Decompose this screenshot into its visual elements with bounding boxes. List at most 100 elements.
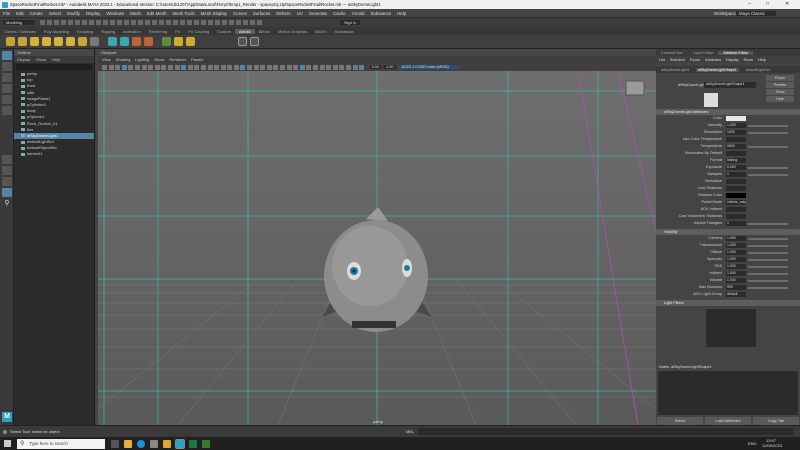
scale-tool-icon[interactable] <box>2 106 12 115</box>
viewport-tool-icon[interactable] <box>299 64 305 70</box>
last-tool-icon[interactable] <box>2 155 12 164</box>
status-tool-icon[interactable] <box>222 20 227 25</box>
right-panel-tab[interactable]: Channel Box <box>656 51 688 55</box>
attribute-field[interactable] <box>726 179 746 184</box>
language-indicator[interactable]: ENG <box>748 441 757 446</box>
menu-item[interactable]: Surfaces <box>253 11 270 16</box>
viewport-tool-icon[interactable] <box>154 64 160 70</box>
viewport-tool-icon[interactable] <box>167 64 173 70</box>
status-tool-icon[interactable] <box>138 20 143 25</box>
viewport-tool-icon[interactable] <box>108 64 114 70</box>
outliner-menu-item[interactable]: Display <box>17 56 30 63</box>
node-button[interactable]: Focus <box>766 75 794 81</box>
render-settings-icon[interactable] <box>238 37 247 46</box>
outliner-menu-item[interactable]: Help <box>52 56 60 63</box>
maya-home-icon[interactable]: M <box>2 412 12 422</box>
status-tool-icon[interactable] <box>89 20 94 25</box>
attribute-field[interactable] <box>726 116 746 121</box>
paint-select-icon[interactable] <box>2 73 12 82</box>
attribute-field[interactable] <box>726 151 746 156</box>
status-tool-icon[interactable] <box>145 20 150 25</box>
sign-in-button[interactable]: Sign In <box>340 20 361 25</box>
menu-item[interactable]: Deform <box>276 11 290 16</box>
viewport-tool-icon[interactable] <box>121 64 127 70</box>
menu-item[interactable]: Create <box>30 11 43 16</box>
shelf-tab[interactable]: Animation <box>119 29 145 34</box>
outliner-search-field[interactable] <box>16 64 92 70</box>
mesh-light-icon[interactable] <box>42 37 51 46</box>
ipr-icon[interactable] <box>250 37 259 46</box>
rotate-tool-icon[interactable] <box>2 95 12 104</box>
bottom-button[interactable]: Copy Tab <box>753 417 799 425</box>
viewport-tool-icon[interactable] <box>339 64 345 70</box>
viewport-tool-icon[interactable] <box>134 64 140 70</box>
viewport-tool-icon[interactable] <box>220 64 226 70</box>
single-view-icon[interactable] <box>2 166 12 175</box>
viewport-tool-icon[interactable] <box>148 64 154 70</box>
skydome-light-icon[interactable] <box>66 37 75 46</box>
attribute-slider[interactable] <box>748 266 788 268</box>
shelf-tab[interactable]: MASH <box>311 29 331 34</box>
menu-item[interactable]: Cache <box>333 11 346 16</box>
edge-icon[interactable] <box>137 439 145 448</box>
command-line-field[interactable] <box>418 428 793 435</box>
attribute-field[interactable]: latlong <box>726 158 746 163</box>
search-icon[interactable]: ⚲ <box>2 199 12 208</box>
viewport-tool-icon[interactable] <box>253 64 259 70</box>
status-tool-icon[interactable] <box>96 20 101 25</box>
attribute-slider[interactable] <box>748 287 788 289</box>
status-tool-icon[interactable] <box>250 20 255 25</box>
status-tool-icon[interactable] <box>201 20 206 25</box>
viewport-menu-item[interactable]: Renderer <box>169 57 186 62</box>
attribute-field[interactable]: default <box>726 292 746 297</box>
shelf-tab[interactable]: FX Caching <box>184 29 213 34</box>
attribute-field[interactable]: 1.000 <box>726 278 746 283</box>
shelf-tab[interactable]: Curves / Surfaces <box>0 29 40 34</box>
maya-taskbar-icon[interactable] <box>175 438 185 449</box>
attribute-slider[interactable] <box>748 273 788 275</box>
exposure-field[interactable]: 1.00 <box>384 65 396 69</box>
attribute-field[interactable]: 1.000 <box>726 123 746 128</box>
light-editor-icon[interactable] <box>186 37 195 46</box>
menu-item[interactable]: Modify <box>67 11 80 16</box>
menu-item[interactable]: Curves <box>233 11 247 16</box>
ae-menu-item[interactable]: Attributes <box>705 58 721 62</box>
rocket-model[interactable] <box>322 207 432 332</box>
mode-dropdown[interactable]: Modeling <box>3 20 35 25</box>
attribute-field[interactable] <box>726 137 746 142</box>
menu-item[interactable]: Help <box>397 11 406 16</box>
status-tool-icon[interactable] <box>82 20 87 25</box>
menu-item[interactable]: Display <box>86 11 100 16</box>
status-tool-icon[interactable] <box>103 20 108 25</box>
viewport-tool-icon[interactable] <box>194 64 200 70</box>
viewport-tool-icon[interactable] <box>207 64 213 70</box>
attribute-field[interactable]: 0.000 <box>726 165 746 170</box>
menu-item[interactable]: Arnold <box>352 11 365 16</box>
viewport-tool-icon[interactable] <box>161 64 167 70</box>
attribute-slider[interactable] <box>748 174 788 176</box>
attribute-slider[interactable] <box>748 132 788 134</box>
status-tool-icon[interactable] <box>124 20 129 25</box>
viewport-tool-icon[interactable] <box>102 64 107 70</box>
volume-icon[interactable] <box>132 37 141 46</box>
status-tool-icon[interactable] <box>117 20 122 25</box>
status-tool-icon[interactable] <box>194 20 199 25</box>
viewport-tool-icon[interactable] <box>174 64 180 70</box>
menu-item[interactable]: Select <box>49 11 61 16</box>
attribute-slider[interactable] <box>748 245 788 247</box>
viewport-tool-icon[interactable] <box>280 64 286 70</box>
stand-in-icon[interactable] <box>120 37 129 46</box>
attribute-slider[interactable] <box>748 125 788 127</box>
node-name-field[interactable]: aiSkyDomeLightShape1 <box>704 82 756 88</box>
status-tool-icon[interactable] <box>180 20 185 25</box>
outliner-layout-icon[interactable] <box>2 188 12 197</box>
node-button[interactable]: Presets <box>766 82 794 88</box>
curve-collector-icon[interactable] <box>144 37 153 46</box>
shelf-tab[interactable]: Substance <box>331 29 358 34</box>
shelf-tab[interactable]: Custom <box>213 29 235 34</box>
clock-date[interactable]: 12/05/2023 <box>762 443 782 448</box>
four-view-icon[interactable] <box>2 177 12 186</box>
view-cube-icon[interactable] <box>625 80 645 96</box>
status-tool-icon[interactable] <box>243 20 248 25</box>
viewport-tool-icon[interactable] <box>313 64 318 70</box>
